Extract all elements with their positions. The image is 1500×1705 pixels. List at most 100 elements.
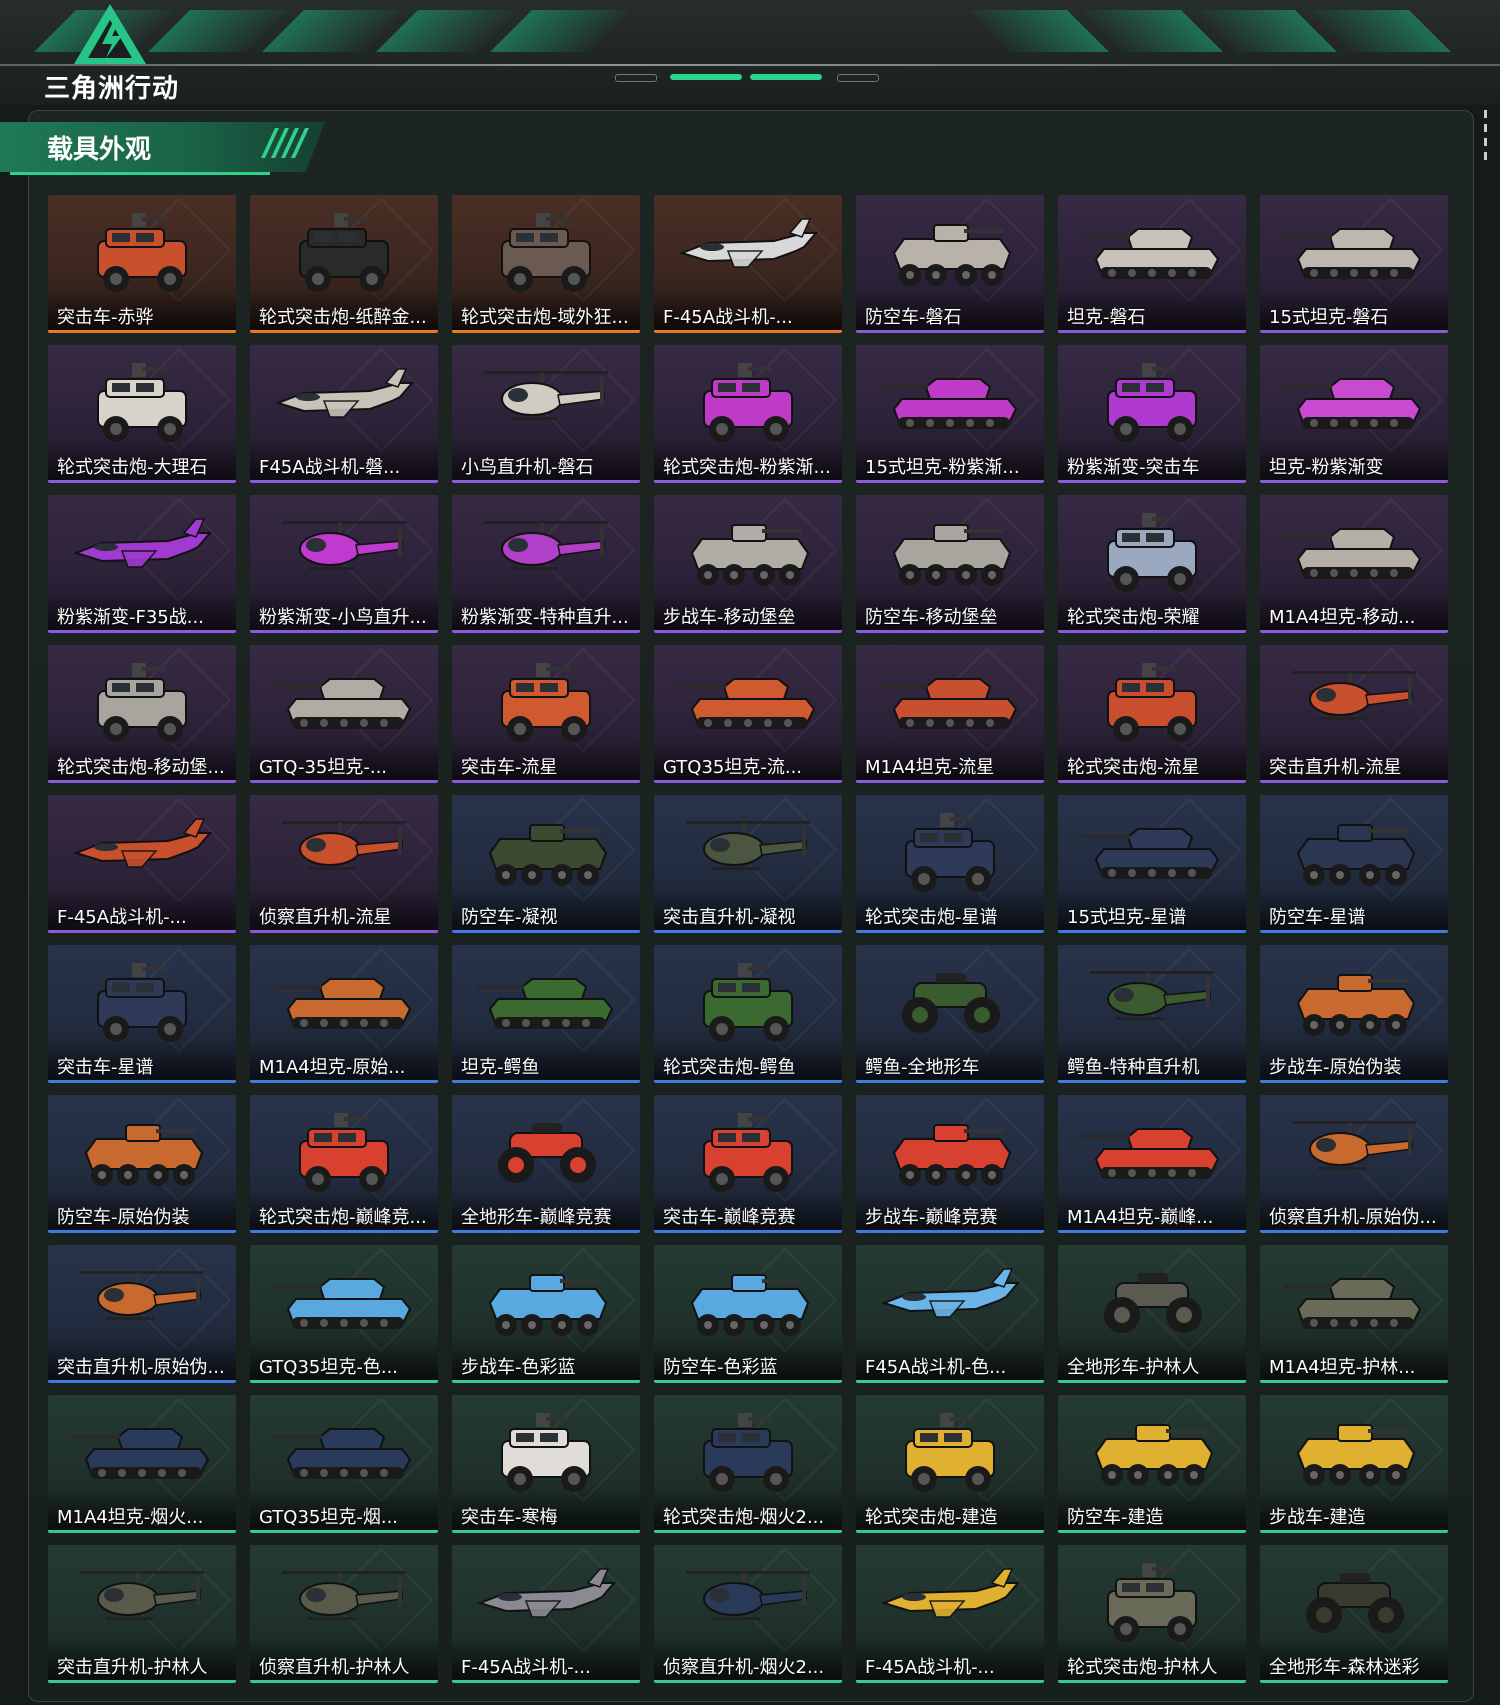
rarity-bar — [856, 480, 1044, 483]
vehicle-skin-card[interactable]: 鳄鱼-特种直升机 — [1058, 945, 1246, 1083]
heli-icon — [282, 821, 406, 870]
rarity-bar — [48, 930, 236, 933]
rarity-bar — [856, 330, 1044, 333]
vehicle-skin-card[interactable]: 轮式突击炮-大理石 — [48, 345, 236, 483]
vehicle-skin-card[interactable]: 轮式突击炮-粉紫渐... — [654, 345, 842, 483]
vehicle-skin-card[interactable]: 步战车-色彩蓝 — [452, 1245, 640, 1383]
rarity-bar — [1058, 1680, 1246, 1683]
vehicle-skin-label: 步战车-色彩蓝 — [461, 1357, 576, 1378]
vehicle-skin-card[interactable]: 突击车-流星 — [452, 645, 640, 783]
armored-car-icon — [501, 1413, 591, 1492]
vehicle-skin-card[interactable]: M1A4坦克-巅峰... — [1058, 1095, 1246, 1233]
vehicle-skin-card[interactable]: 轮式突击炮-纸醉金... — [250, 195, 438, 333]
vehicle-skin-card[interactable]: 15式坦克-磐石 — [1260, 195, 1448, 333]
vehicle-skin-card[interactable]: 粉紫渐变-F35战... — [48, 495, 236, 633]
vehicle-skin-card[interactable]: M1A4坦克-流星 — [856, 645, 1044, 783]
vehicle-skin-card[interactable]: 侦察直升机-流星 — [250, 795, 438, 933]
heli-icon — [686, 1571, 810, 1620]
vehicle-skin-card[interactable]: 步战车-原始伪装 — [1260, 945, 1448, 1083]
apc-icon — [1296, 974, 1416, 1036]
vehicle-skin-card[interactable]: F-45A战斗机-... — [856, 1545, 1044, 1683]
vehicle-skin-card[interactable]: 突击车-巅峰竞赛 — [654, 1095, 842, 1233]
vehicle-skin-card[interactable]: 小鸟直升机-磐石 — [452, 345, 640, 483]
vehicle-skin-card[interactable]: 突击直升机-护林人 — [48, 1545, 236, 1683]
vehicle-skin-card[interactable]: 防空车-磐石 — [856, 195, 1044, 333]
vehicle-skin-label: GTQ35坦克-烟... — [259, 1507, 399, 1528]
vehicle-skin-card[interactable]: 突击车-寒梅 — [452, 1395, 640, 1533]
vehicle-skin-card[interactable]: 坦克-磐石 — [1058, 195, 1246, 333]
vehicle-skin-card[interactable]: 突击车-星谱 — [48, 945, 236, 1083]
vehicle-skin-card[interactable]: 防空车-色彩蓝 — [654, 1245, 842, 1383]
vehicle-skin-card[interactable]: 侦察直升机-护林人 — [250, 1545, 438, 1683]
vehicle-skin-card[interactable]: 防空车-原始伪装 — [48, 1095, 236, 1233]
vehicle-skin-card[interactable]: 粉紫渐变-突击车 — [1058, 345, 1246, 483]
vehicle-skin-card[interactable]: 坦克-鳄鱼 — [452, 945, 640, 1083]
vehicle-skin-card[interactable]: 步战车-建造 — [1260, 1395, 1448, 1533]
armored-car-icon — [97, 363, 187, 442]
vehicle-skin-card[interactable]: 轮式突击炮-巅峰竞... — [250, 1095, 438, 1233]
vehicle-skin-card[interactable]: 坦克-粉紫渐变 — [1260, 345, 1448, 483]
vehicle-skin-card[interactable]: 粉紫渐变-小鸟直升... — [250, 495, 438, 633]
vehicle-skin-label: 粉紫渐变-突击车 — [1067, 457, 1200, 478]
vehicle-skin-label: 轮式突击炮-荣耀 — [1067, 607, 1200, 628]
vehicle-skin-card[interactable]: 步战车-巅峰竞赛 — [856, 1095, 1044, 1233]
tank-icon — [72, 1428, 210, 1479]
vehicle-skin-card[interactable]: 轮式突击炮-护林人 — [1058, 1545, 1246, 1683]
vehicle-skin-card[interactable]: M1A4坦克-移动... — [1260, 495, 1448, 633]
vehicle-skin-label: GTQ35坦克-色... — [259, 1357, 399, 1378]
vehicle-skin-card[interactable]: 侦察直升机-烟火2... — [654, 1545, 842, 1683]
vehicle-skin-card[interactable]: 轮式突击炮-荣耀 — [1058, 495, 1246, 633]
jet-icon — [274, 368, 414, 418]
vehicle-skin-card[interactable]: F45A战斗机-磐... — [250, 345, 438, 483]
vehicle-skin-card[interactable]: GTQ35坦克-流... — [654, 645, 842, 783]
vehicle-skin-card[interactable]: M1A4坦克-护林... — [1260, 1245, 1448, 1383]
vehicle-skin-card[interactable]: 全地形车-护林人 — [1058, 1245, 1246, 1383]
vehicle-skin-card[interactable]: 防空车-移动堡垒 — [856, 495, 1044, 633]
vehicle-skin-label: F-45A战斗机-... — [663, 307, 793, 328]
vehicle-skin-label: 防空车-磐石 — [865, 307, 962, 328]
vehicle-skin-card[interactable]: 15式坦克-星谱 — [1058, 795, 1246, 933]
vehicle-skin-card[interactable]: F-45A战斗机-... — [654, 195, 842, 333]
vehicle-skin-label: 突击直升机-凝视 — [663, 907, 796, 928]
vehicle-skin-card[interactable]: 步战车-移动堡垒 — [654, 495, 842, 633]
armored-car-icon — [1107, 363, 1197, 442]
vehicle-skin-card[interactable]: 防空车-星谱 — [1260, 795, 1448, 933]
vehicle-skin-card[interactable]: GTQ35坦克-烟... — [250, 1395, 438, 1533]
vehicle-skin-card[interactable]: 全地形车-巅峰竞赛 — [452, 1095, 640, 1233]
vehicle-skin-card[interactable]: 轮式突击炮-移动堡... — [48, 645, 236, 783]
vehicle-skin-card[interactable]: 突击直升机-凝视 — [654, 795, 842, 933]
vehicle-skin-label: 轮式突击炮-护林人 — [1067, 1657, 1218, 1678]
vehicle-skin-label: 15式坦克-粉紫渐... — [865, 457, 1020, 478]
vehicle-skin-card[interactable]: 突击直升机-原始伪... — [48, 1245, 236, 1383]
vehicle-skin-card[interactable]: 轮式突击炮-建造 — [856, 1395, 1044, 1533]
vehicle-skin-card[interactable]: 鳄鱼-全地形车 — [856, 945, 1044, 1083]
vehicle-skin-label: M1A4坦克-巅峰... — [1067, 1207, 1214, 1228]
vehicle-skin-card[interactable]: F-45A战斗机-... — [48, 795, 236, 933]
vehicle-skin-card[interactable]: 突击车-赤骅 — [48, 195, 236, 333]
vehicle-skin-card[interactable]: GTQ-35坦克-... — [250, 645, 438, 783]
vehicle-skin-card[interactable]: 15式坦克-粉紫渐... — [856, 345, 1044, 483]
vehicle-skin-card[interactable]: M1A4坦克-烟火... — [48, 1395, 236, 1533]
rarity-bar — [452, 930, 640, 933]
vehicle-skin-label: 突击直升机-护林人 — [57, 1657, 208, 1678]
vehicle-skin-card[interactable]: 防空车-凝视 — [452, 795, 640, 933]
rarity-bar — [1058, 630, 1246, 633]
vehicle-skin-card[interactable]: M1A4坦克-原始... — [250, 945, 438, 1083]
vehicle-skin-card[interactable]: F-45A战斗机-... — [452, 1545, 640, 1683]
vehicle-skin-card[interactable]: 轮式突击炮-域外狂... — [452, 195, 640, 333]
vehicle-skin-card[interactable]: F45A战斗机-色... — [856, 1245, 1044, 1383]
vehicle-skin-label: 全地形车-森林迷彩 — [1269, 1657, 1420, 1678]
vehicle-skin-card[interactable]: 突击直升机-流星 — [1260, 645, 1448, 783]
tank-icon — [274, 1278, 412, 1329]
panel-scroll-indicator[interactable] — [1484, 110, 1488, 166]
rarity-bar — [48, 330, 236, 333]
vehicle-skin-card[interactable]: 侦察直升机-原始伪... — [1260, 1095, 1448, 1233]
vehicle-skin-card[interactable]: 防空车-建造 — [1058, 1395, 1246, 1533]
vehicle-skin-card[interactable]: 轮式突击炮-鳄鱼 — [654, 945, 842, 1083]
vehicle-skin-card[interactable]: 轮式突击炮-流星 — [1058, 645, 1246, 783]
vehicle-skin-card[interactable]: 轮式突击炮-星谱 — [856, 795, 1044, 933]
vehicle-skin-card[interactable]: GTQ35坦克-色... — [250, 1245, 438, 1383]
vehicle-skin-card[interactable]: 粉紫渐变-特种直升... — [452, 495, 640, 633]
vehicle-skin-card[interactable]: 全地形车-森林迷彩 — [1260, 1545, 1448, 1683]
vehicle-skin-card[interactable]: 轮式突击炮-烟火2... — [654, 1395, 842, 1533]
